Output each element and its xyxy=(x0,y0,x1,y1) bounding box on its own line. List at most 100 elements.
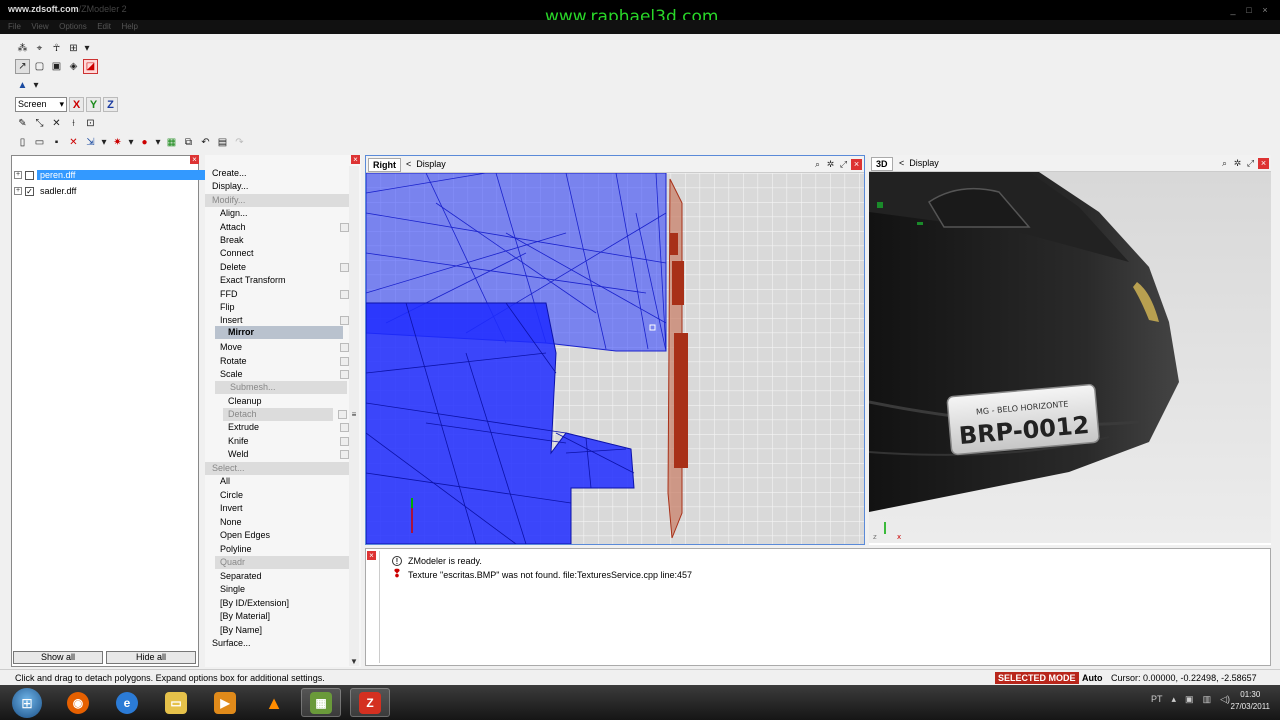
axes-frame-icon[interactable]: ⊡ xyxy=(83,116,98,131)
select-object-icon[interactable]: ⊞ xyxy=(66,41,81,56)
move-axes-icon[interactable]: ⤡ xyxy=(32,116,47,131)
cmd-quadr[interactable]: Quadr xyxy=(215,556,349,569)
cmd-align[interactable]: Align... xyxy=(205,207,351,220)
close-viewport-icon[interactable]: × xyxy=(1258,158,1269,169)
options-box-icon[interactable] xyxy=(340,343,349,352)
save-icon[interactable]: ▪ xyxy=(49,135,64,150)
zoom-icon[interactable]: ⌕ xyxy=(812,159,823,170)
scroll-down-icon[interactable]: ▼ xyxy=(349,657,359,666)
taskbar-media[interactable]: ▶ xyxy=(205,688,245,717)
language-indicator[interactable]: PT xyxy=(1151,694,1163,705)
axis-z-toggle[interactable]: Z xyxy=(103,97,118,112)
options-box-icon[interactable] xyxy=(340,437,349,446)
record-dropdown-icon[interactable]: ▾ xyxy=(154,135,162,150)
pivot-dropdown-icon[interactable]: ▾ xyxy=(32,78,40,93)
cmd-scale[interactable]: Scale xyxy=(205,368,351,381)
viewport-name[interactable]: 3D xyxy=(871,157,893,171)
cmd-exact-transform[interactable]: Exact Transform xyxy=(205,274,351,287)
render-icon[interactable]: ✷ xyxy=(110,135,125,150)
select-figure-icon[interactable]: ☥ xyxy=(49,41,64,56)
object-level-icon[interactable]: ▣ xyxy=(49,59,64,74)
volume-icon[interactable]: ◁) xyxy=(1220,694,1230,705)
cmd-delete[interactable]: Delete xyxy=(205,261,351,274)
cmd-open-edges[interactable]: Open Edges xyxy=(205,529,351,542)
options-box-icon[interactable] xyxy=(340,357,349,366)
options-box-icon[interactable] xyxy=(340,316,349,325)
options-box-icon[interactable] xyxy=(340,450,349,459)
cmd-ffd[interactable]: FFD xyxy=(205,288,351,301)
expand-icon[interactable]: + xyxy=(14,187,22,195)
menu-edit[interactable]: Edit xyxy=(97,22,111,31)
maximize-viewport-icon[interactable]: ⤢ xyxy=(1245,158,1256,169)
scroll-grip-icon[interactable]: ≡ xyxy=(349,410,359,419)
menu-file[interactable]: File xyxy=(8,22,21,31)
select-vertex-icon[interactable]: ⁂ xyxy=(15,41,30,56)
vertex-level-icon[interactable]: ↗ xyxy=(15,59,30,74)
cmd-mirror[interactable]: Mirror xyxy=(215,326,359,339)
cmd-weld[interactable]: Weld xyxy=(205,448,351,461)
axis-y-toggle[interactable]: Y xyxy=(86,97,101,112)
zoom-icon[interactable]: ⌕ xyxy=(1219,158,1230,169)
material-editor-icon[interactable]: ▦ xyxy=(164,135,179,150)
redo-icon[interactable]: ↷ xyxy=(232,135,247,150)
cmd-create[interactable]: Create... xyxy=(205,167,351,180)
cmd-all[interactable]: All xyxy=(205,475,351,488)
cmd-extrude[interactable]: Extrude xyxy=(205,421,351,434)
options-box-icon[interactable] xyxy=(340,290,349,299)
hide-all-button[interactable]: Hide all xyxy=(106,651,196,664)
cmd-polyline[interactable]: Polyline xyxy=(205,543,351,556)
log-close-icon[interactable]: × xyxy=(367,551,376,560)
cmd-knife[interactable]: Knife xyxy=(205,435,351,448)
cmd-circle[interactable]: Circle xyxy=(205,489,351,502)
record-icon[interactable]: ● xyxy=(137,135,152,150)
new-file-icon[interactable]: ▯ xyxy=(15,135,30,150)
right-view-canvas[interactable] xyxy=(366,173,864,544)
options-box-icon[interactable] xyxy=(338,410,347,419)
viewport-display-menu[interactable]: < Display xyxy=(406,159,446,169)
taskbar-zmodeler[interactable]: Z xyxy=(350,688,390,717)
cmd-separated[interactable]: Separated xyxy=(205,570,351,583)
expand-icon[interactable]: + xyxy=(14,171,22,179)
cmd-rotate[interactable]: Rotate xyxy=(205,355,351,368)
cmd-move[interactable]: Move xyxy=(205,341,351,354)
visibility-checkbox[interactable] xyxy=(25,170,34,180)
rotate-axes-icon[interactable]: ✕ xyxy=(49,116,64,131)
maximize-viewport-icon[interactable]: ⤢ xyxy=(838,159,849,170)
polygon-level-icon[interactable]: ▢ xyxy=(32,59,47,74)
axis-x-toggle[interactable]: X xyxy=(69,97,84,112)
cmd-display[interactable]: Display... xyxy=(205,180,351,193)
menu-help[interactable]: Help xyxy=(122,22,138,31)
orbit-icon[interactable]: ✲ xyxy=(825,159,836,170)
auto-label[interactable]: Auto xyxy=(1082,673,1103,683)
close-viewport-icon[interactable]: × xyxy=(851,159,862,170)
taskbar-ie[interactable]: e xyxy=(107,688,147,717)
group-level-icon[interactable]: ◈ xyxy=(66,59,81,74)
menu-view[interactable]: View xyxy=(31,22,48,31)
paint-icon[interactable]: ✎ xyxy=(15,116,30,131)
tray-app-icon[interactable]: ▣ xyxy=(1185,694,1194,705)
cmd-select[interactable]: Select... xyxy=(205,462,351,475)
tray-arrow-icon[interactable]: ▴ xyxy=(1172,694,1177,705)
render-dropdown-icon[interactable]: ▾ xyxy=(127,135,135,150)
cmd-by-material[interactable]: [By Material] xyxy=(205,610,351,623)
select-edge-icon[interactable]: ⌖ xyxy=(32,41,47,56)
selected-level-icon[interactable]: ◪ xyxy=(83,59,98,74)
properties-icon[interactable]: ▤ xyxy=(215,135,230,150)
cmd-single[interactable]: Single xyxy=(205,583,351,596)
cmd-by-id[interactable]: [By ID/Extension] xyxy=(205,597,351,610)
cmd-cleanup[interactable]: Cleanup xyxy=(205,395,351,408)
tree-item-peren[interactable]: + peren.dff xyxy=(14,168,207,182)
open-file-icon[interactable]: ▭ xyxy=(32,135,47,150)
viewport-right[interactable]: Right < Display ⌕ ✲ ⤢ × xyxy=(365,155,865,545)
taskbar-vlc[interactable]: ▲ xyxy=(254,688,294,717)
viewport-display-menu[interactable]: < Display xyxy=(899,158,939,168)
clock[interactable]: 01:30 27/03/2011 xyxy=(1231,689,1270,713)
options-box-icon[interactable] xyxy=(340,223,349,232)
taskbar-app[interactable]: ▦ xyxy=(301,688,341,717)
options-box-icon[interactable] xyxy=(340,370,349,379)
pivot-icon[interactable]: ▲ xyxy=(15,78,30,93)
export-icon[interactable]: ⇲ xyxy=(83,135,98,150)
cmd-none[interactable]: None xyxy=(205,516,351,529)
undo-icon[interactable]: ↶ xyxy=(198,135,213,150)
taskbar-firefox[interactable]: ◉ xyxy=(58,688,98,717)
